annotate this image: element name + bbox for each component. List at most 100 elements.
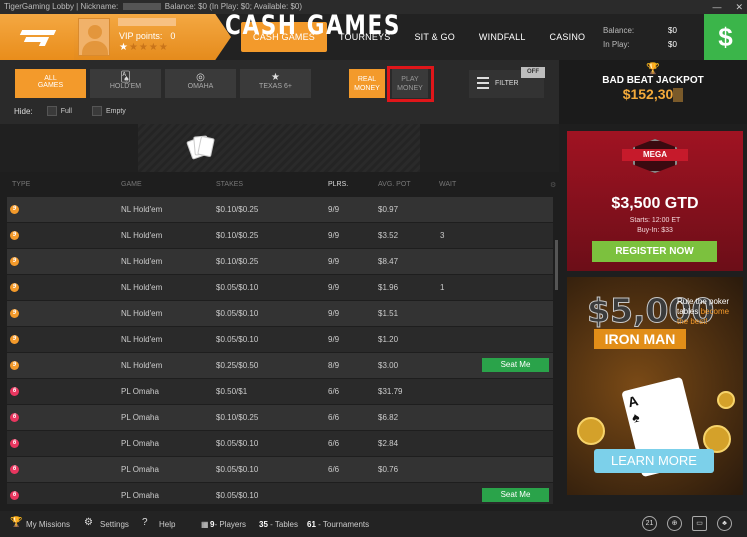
jackpot-amount: $152,30	[559, 86, 747, 103]
blackjack-icon[interactable]: 21	[642, 516, 657, 531]
row-game: NL Hold'em	[121, 309, 163, 318]
row-avg-pot: $1.20	[378, 335, 399, 344]
col-stakes[interactable]: STAKES	[216, 181, 243, 188]
table-row[interactable]: 6 PL Omaha $0.10/$0.25 6/6 $6.82	[7, 405, 553, 430]
table-row[interactable]: 9 NL Hold'em $0.05/$0.10 9/9 $1.20	[7, 327, 553, 352]
table-row[interactable]: 6 PL Omaha $0.05/$0.10 6/6 $2.84	[7, 431, 553, 456]
settings-link[interactable]: Settings	[100, 520, 129, 529]
tables-count: 35	[259, 520, 268, 529]
table-header: TYPE GAME STAKES PLRS. AVG. POT WAIT ⚙	[0, 172, 559, 196]
row-avg-pot: $6.82	[378, 413, 399, 422]
filter-holdem-label: HOLD'EM	[109, 83, 142, 90]
row-stakes: $0.10/$0.25	[216, 231, 259, 240]
avatar[interactable]	[78, 18, 110, 56]
balance-label: Balance:	[603, 26, 635, 35]
jackpot-amount-value: $152,30	[622, 86, 674, 102]
row-stakes: $0.10/$0.25	[216, 257, 259, 266]
mega-promo-banner[interactable]: MEGA $3,500 GTD Starts: 12:00 ET Buy-In:…	[567, 131, 743, 271]
cards-icon: 🂡	[120, 72, 131, 83]
learn-more-button[interactable]: LEARN MORE	[594, 449, 714, 473]
help-link[interactable]: Help	[159, 520, 175, 529]
table-row[interactable]: 6 PL Omaha $0.05/$0.10 6/6 $0.76	[7, 457, 553, 482]
players-label: - Players	[214, 520, 247, 529]
tables-icon: ▦	[201, 520, 209, 529]
column-settings-icon[interactable]: ⚙	[550, 181, 556, 189]
gold-chip-icon	[717, 391, 735, 409]
holdem-type-icon: 9	[10, 205, 19, 214]
row-game: NL Hold'em	[121, 231, 163, 240]
tab-casino[interactable]: CASINO	[538, 22, 598, 52]
col-avg-pot[interactable]: AVG. POT	[378, 181, 411, 188]
jackpot-amount-redacted	[673, 88, 684, 103]
row-stakes: $0.05/$0.10	[216, 465, 259, 474]
filter-holdem[interactable]: 🂡 HOLD'EM	[90, 69, 161, 98]
col-game[interactable]: GAME	[121, 181, 142, 188]
row-avg-pot: $0.76	[378, 465, 399, 474]
row-players: 9/9	[328, 231, 340, 240]
row-game: NL Hold'em	[121, 283, 163, 292]
table-row[interactable]: 6 PL Omaha $0.05/$0.10 Seat Me	[7, 483, 553, 504]
hide-options: Hide: Full Empty	[14, 106, 146, 116]
tournaments-label: - Tournaments	[318, 520, 370, 529]
vip-value: 0	[170, 31, 176, 41]
row-players: 9/9	[328, 335, 340, 344]
table-row[interactable]: 9 NL Hold'em $0.25/$0.50 8/9 $3.00 Seat …	[7, 353, 553, 378]
roulette-icon[interactable]: ⊕	[667, 516, 682, 531]
real-money-button[interactable]: REAL MONEY	[349, 69, 385, 98]
row-game: PL Omaha	[121, 439, 159, 448]
col-type[interactable]: TYPE	[12, 181, 30, 188]
filter-texas-6plus[interactable]: ★ TEXAS 6+	[240, 69, 311, 98]
row-game: PL Omaha	[121, 465, 159, 474]
hide-empty-checkbox[interactable]	[91, 106, 102, 116]
cherries-icon[interactable]: ♣	[717, 516, 732, 531]
tigergaming-logo[interactable]	[0, 14, 74, 60]
iron-man-title: IRON MAN	[594, 329, 686, 349]
filter-label: FILTER	[495, 80, 519, 87]
table-row[interactable]: 9 NL Hold'em $0.10/$0.25 9/9 $3.52 3	[7, 223, 553, 248]
table-scrollbar[interactable]	[555, 240, 558, 290]
tab-sit-and-go[interactable]: SIT & GO	[402, 22, 466, 52]
promo-buyin: Buy-In: $33	[637, 227, 673, 234]
slots-icon[interactable]: ▭	[692, 516, 707, 531]
seat-me-button[interactable]: Seat Me	[482, 358, 549, 372]
vip-label: VIP points:	[119, 31, 163, 41]
my-missions-link[interactable]: My Missions	[26, 520, 70, 529]
omaha-type-icon: 6	[10, 439, 19, 448]
table-row[interactable]: 9 NL Hold'em $0.05/$0.10 9/9 $1.51	[7, 301, 553, 326]
row-avg-pot: $2.84	[378, 439, 399, 448]
row-game: PL Omaha	[121, 491, 159, 500]
row-players: 6/6	[328, 387, 340, 396]
tab-windfall[interactable]: WINDFALL	[467, 22, 538, 52]
row-avg-pot: $8.47	[378, 257, 399, 266]
table-row[interactable]: 6 PL Omaha $0.50/$1 6/6 $31.79	[7, 379, 553, 404]
row-stakes: $0.05/$0.10	[216, 491, 259, 500]
filter-omaha[interactable]: ◎ OMAHA	[165, 69, 236, 98]
row-stakes: $0.05/$0.10	[216, 283, 259, 292]
row-stakes: $0.10/$0.25	[216, 205, 259, 214]
holdem-type-icon: 9	[10, 231, 19, 240]
play-money-highlight	[387, 66, 434, 102]
filter-all-games[interactable]: ALL GAMES	[15, 69, 86, 98]
iron-man-promo-banner[interactable]: $5,000 IRON MAN Rule the poker tables be…	[567, 277, 743, 495]
close-icon[interactable]: ✕	[735, 0, 743, 14]
holdem-type-icon: 9	[10, 335, 19, 344]
table-row[interactable]: 9 NL Hold'em $0.10/$0.25 9/9 $0.97	[7, 197, 553, 222]
minimize-icon[interactable]: —	[712, 0, 721, 14]
filter-texas-label: TEXAS 6+	[259, 83, 292, 90]
nickname-redacted	[118, 18, 176, 26]
hide-full-checkbox[interactable]	[46, 106, 57, 116]
table-row[interactable]: 9 NL Hold'em $0.05/$0.10 9/9 $1.96 1	[7, 275, 553, 300]
profile-panel[interactable]: VIP points: 0 ★★★★★	[74, 14, 231, 60]
register-now-button[interactable]: REGISTER NOW	[592, 241, 717, 262]
star-icon: ★	[271, 72, 280, 83]
table-row[interactable]: 9 NL Hold'em $0.10/$0.25 9/9 $8.47	[7, 249, 553, 274]
col-wait[interactable]: WAIT	[439, 181, 456, 188]
col-players[interactable]: PLRS.	[328, 181, 348, 188]
holdem-type-icon: 9	[10, 283, 19, 292]
seat-me-button[interactable]: Seat Me	[482, 488, 549, 502]
tables-stat: 35 - Tables	[259, 520, 298, 529]
footer-bar: 🏆 My Missions ⚙ Settings ? Help ▦ 9- Pla…	[0, 511, 747, 537]
row-players: 6/6	[328, 439, 340, 448]
cashier-button[interactable]: $	[704, 14, 747, 60]
row-wait: 3	[440, 231, 445, 240]
